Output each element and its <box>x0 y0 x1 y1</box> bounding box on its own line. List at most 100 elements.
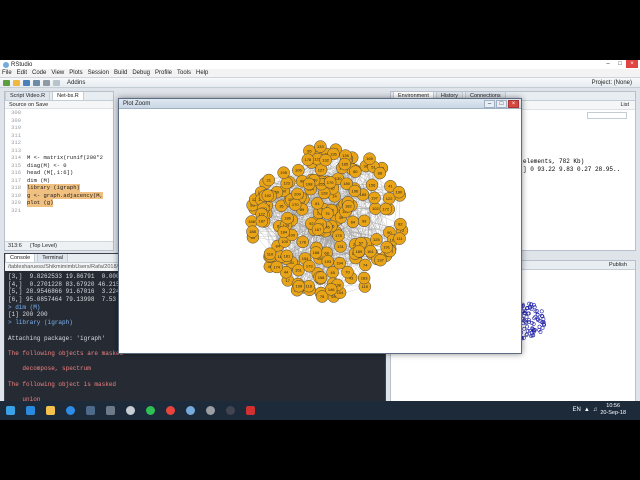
file-explorer-icon[interactable] <box>42 404 58 418</box>
tab-net-bs[interactable]: Net-bs.R <box>52 92 84 100</box>
vertex-label: 102 <box>372 206 379 211</box>
menu-help[interactable]: Help <box>196 70 208 76</box>
maximize-icon[interactable]: □ <box>614 60 626 68</box>
vertex-label: 170 <box>292 202 299 207</box>
project-menu[interactable]: Project: (None) <box>592 80 632 86</box>
code-line[interactable]: 312 <box>5 139 113 147</box>
source-on-save-checkbox[interactable]: Source on Save <box>9 102 48 108</box>
network-icon[interactable]: ▲ <box>584 407 590 413</box>
pz-minimize-icon[interactable]: – <box>484 100 495 108</box>
vertex-label: 21 <box>267 178 272 183</box>
plot-zoom-titlebar[interactable]: Plot Zoom – □ × <box>119 99 521 109</box>
cursor-position: 313:6 <box>8 243 22 249</box>
vertex-label: 131 <box>337 244 344 249</box>
code-line[interactable]: 311 <box>5 132 113 140</box>
go-to-file-icon[interactable] <box>53 79 60 86</box>
chrome-icon[interactable] <box>162 404 178 418</box>
line-text: dim (M) <box>27 176 51 184</box>
menu-session[interactable]: Session <box>88 70 109 76</box>
github-icon[interactable] <box>202 404 218 418</box>
language-indicator[interactable]: EN <box>573 407 581 413</box>
window-app-icon[interactable] <box>82 404 98 418</box>
vertex-label: 185 <box>341 162 348 167</box>
vertex-label: 200 <box>294 191 301 196</box>
save-icon[interactable] <box>23 79 30 86</box>
menu-tools[interactable]: Tools <box>177 70 191 76</box>
vertex-label: 139 <box>342 153 349 158</box>
start-button[interactable] <box>2 404 18 418</box>
vertex-label: 191 <box>383 245 390 250</box>
main-toolbar: Addins Project: (None) <box>0 78 640 88</box>
media-app-icon[interactable] <box>122 404 138 418</box>
menu-edit[interactable]: Edit <box>17 70 27 76</box>
vertex-label: 88 <box>378 171 383 176</box>
line-number: 308 <box>11 109 21 116</box>
tab-console[interactable]: Console <box>5 254 36 262</box>
tab-script-video[interactable]: Script Video.R <box>5 92 51 100</box>
save-all-icon[interactable] <box>33 79 40 86</box>
vertex-label: 95 <box>307 148 312 153</box>
title-bar: RStudio – □ × <box>0 60 640 69</box>
vertex-label: 176 <box>299 239 306 244</box>
menu-profile[interactable]: Profile <box>155 70 172 76</box>
code-line[interactable]: 309 <box>5 117 113 125</box>
line-number: 316 <box>11 169 21 176</box>
console-line: The following object is masked <box>8 380 117 388</box>
scope-indicator[interactable]: (Top Level) <box>30 243 57 249</box>
new-file-icon[interactable] <box>3 79 10 86</box>
open-file-icon[interactable] <box>13 79 20 86</box>
vertex-label: 195 <box>280 170 287 175</box>
rstudio-taskbar-icon[interactable] <box>182 404 198 418</box>
pdf-icon[interactable] <box>242 404 258 418</box>
code-line[interactable]: 321 <box>5 207 113 215</box>
code-line[interactable]: 320 plot (g) <box>5 199 113 207</box>
vertex-label: 197 <box>371 195 378 200</box>
clock[interactable]: 10:56 20-Sep-18 <box>600 403 626 417</box>
menu-build[interactable]: Build <box>114 70 127 76</box>
close-icon[interactable]: × <box>626 60 638 68</box>
menu-debug[interactable]: Debug <box>132 70 150 76</box>
obs-icon[interactable] <box>222 404 238 418</box>
minimize-icon[interactable]: – <box>602 60 614 68</box>
mini-vertex <box>537 324 542 329</box>
whatsapp-icon[interactable] <box>142 404 158 418</box>
code-line[interactable]: 308 <box>5 109 113 117</box>
print-icon[interactable] <box>43 79 50 86</box>
code-line[interactable]: 314 M <- matrix(runif(200*2 <box>5 154 113 162</box>
volume-icon[interactable]: ♫ <box>593 407 598 413</box>
code-line[interactable]: 316 head (M[,1:6]) <box>5 169 113 177</box>
line-text: plot (g) <box>27 199 54 207</box>
code-line[interactable]: 318 library (igraph) <box>5 184 113 192</box>
window-title: RStudio <box>11 61 33 68</box>
code-editor[interactable]: 308 309 310 311 312 313 314 M <- matrix(runif(2… <box>5 109 113 241</box>
code-line[interactable]: 313 <box>5 147 113 155</box>
pz-maximize-icon[interactable]: □ <box>496 100 507 108</box>
dropbox-icon[interactable] <box>22 404 38 418</box>
vertex-label: 187 <box>258 219 265 224</box>
ie-icon[interactable] <box>62 404 78 418</box>
publish-button[interactable]: Publish <box>609 262 627 268</box>
pz-close-icon[interactable]: × <box>508 100 519 108</box>
menu-plots[interactable]: Plots <box>69 70 82 76</box>
line-number: 309 <box>11 116 21 124</box>
calculator-icon[interactable] <box>102 404 118 418</box>
vertex-label: 70 <box>345 270 350 275</box>
code-line[interactable]: 315 diag(M) <- 0 <box>5 162 113 170</box>
code-line[interactable]: 319 g <- graph.adjacency(M, <box>5 191 113 199</box>
list-view-button[interactable]: List <box>620 102 629 108</box>
menu-file[interactable]: File <box>2 70 12 76</box>
plot-zoom-window[interactable]: Plot Zoom – □ × 123456789101112131415161… <box>118 98 522 354</box>
vertex-label: 183 <box>361 276 368 281</box>
vertex-label: 158 <box>318 275 325 280</box>
code-line[interactable]: 310 <box>5 124 113 132</box>
menu-code[interactable]: Code <box>32 70 46 76</box>
vertex-label: 151 <box>295 268 302 273</box>
menu-view[interactable]: View <box>51 70 64 76</box>
source-status-bar: 313:6 (Top Level) <box>5 241 113 250</box>
tab-terminal[interactable]: Terminal <box>37 254 68 262</box>
code-line[interactable]: 317 dim (M) <box>5 177 113 185</box>
addins-menu[interactable]: Addins <box>67 80 85 86</box>
environment-search-input[interactable] <box>587 112 627 119</box>
line-number: 321 <box>11 206 21 214</box>
